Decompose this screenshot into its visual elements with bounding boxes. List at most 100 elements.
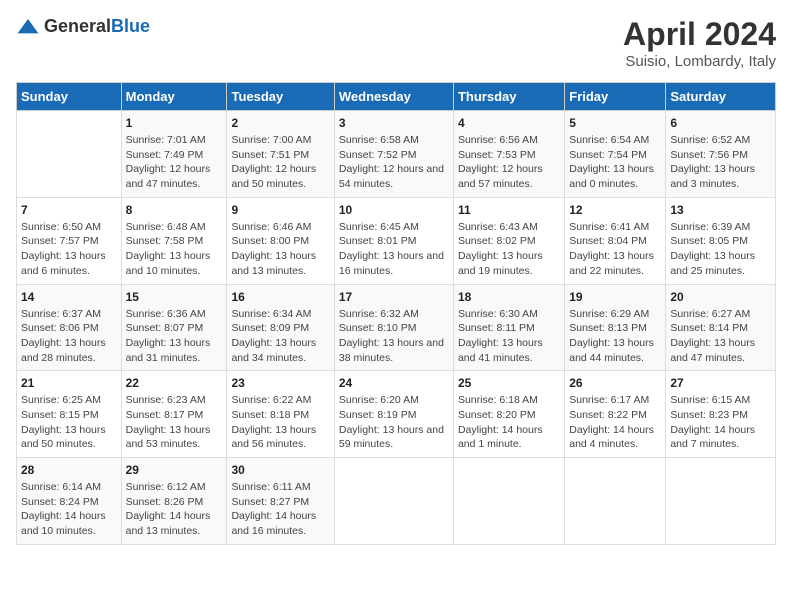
title-block: April 2024 Suisio, Lombardy, Italy bbox=[623, 16, 776, 70]
day-number: 24 bbox=[339, 376, 449, 390]
day-number: 6 bbox=[670, 116, 771, 130]
calendar-cell: 10Sunrise: 6:45 AMSunset: 8:01 PMDayligh… bbox=[334, 197, 453, 284]
calendar-cell bbox=[17, 111, 122, 198]
page-header: GeneralBlue April 2024 Suisio, Lombardy,… bbox=[16, 16, 776, 70]
day-detail: Sunrise: 6:14 AMSunset: 8:24 PMDaylight:… bbox=[21, 480, 117, 539]
day-detail: Sunrise: 6:18 AMSunset: 8:20 PMDaylight:… bbox=[458, 393, 560, 452]
calendar-cell: 12 Sunrise: 6:41 AMSunset: 8:04 PMDayligh… bbox=[565, 197, 666, 284]
day-detail: Sunrise: 6:27 AMSunset: 8:14 PMDaylight:… bbox=[670, 307, 771, 366]
day-detail: Sunrise: 6:30 AMSunset: 8:11 PMDaylight:… bbox=[458, 307, 560, 366]
day-number: 29 bbox=[126, 463, 223, 477]
day-detail: Sunrise: 6:12 AMSunset: 8:26 PMDaylight:… bbox=[126, 480, 223, 539]
day-number: 21 bbox=[21, 376, 117, 390]
day-detail: Sunrise: 6:50 AMSunset: 7:57 PMDaylight:… bbox=[21, 220, 117, 279]
calendar-cell: 23 Sunrise: 6:22 AMSunset: 8:18 PMDayligh… bbox=[227, 371, 334, 458]
calendar-table: SundayMondayTuesdayWednesdayThursdayFrid… bbox=[16, 82, 776, 545]
calendar-cell: 19Sunrise: 6:29 AMSunset: 8:13 PMDayligh… bbox=[565, 284, 666, 371]
day-of-week-header: Saturday bbox=[666, 83, 776, 111]
day-number: 18 bbox=[458, 290, 560, 304]
day-number: 11 bbox=[458, 203, 560, 217]
day-number: 1 bbox=[126, 116, 223, 130]
calendar-cell: 8 Sunrise: 6:48 AMSunset: 7:58 PMDaylight… bbox=[121, 197, 227, 284]
calendar-cell: 28Sunrise: 6:14 AMSunset: 8:24 PMDayligh… bbox=[17, 458, 122, 545]
calendar-cell: 20 Sunrise: 6:27 AMSunset: 8:14 PMDayligh… bbox=[666, 284, 776, 371]
calendar-cell: 16 Sunrise: 6:34 AMSunset: 8:09 PMDayligh… bbox=[227, 284, 334, 371]
day-number: 7 bbox=[21, 203, 117, 217]
day-detail: Sunrise: 6:37 AMSunset: 8:06 PMDaylight:… bbox=[21, 307, 117, 366]
calendar-cell: 5 Sunrise: 6:54 AMSunset: 7:54 PMDaylight… bbox=[565, 111, 666, 198]
day-number: 8 bbox=[126, 203, 223, 217]
calendar-cell: 2 Sunrise: 7:00 AMSunset: 7:51 PMDaylight… bbox=[227, 111, 334, 198]
day-detail: Sunrise: 6:41 AMSunset: 8:04 PMDaylight:… bbox=[569, 220, 661, 279]
calendar-cell: 3 Sunrise: 6:58 AMSunset: 7:52 PMDaylight… bbox=[334, 111, 453, 198]
day-number: 4 bbox=[458, 116, 560, 130]
day-number: 3 bbox=[339, 116, 449, 130]
logo-general: General bbox=[44, 16, 111, 36]
day-detail: Sunrise: 6:20 AMSunset: 8:19 PMDaylight:… bbox=[339, 393, 449, 452]
day-detail: Sunrise: 6:52 AMSunset: 7:56 PMDaylight:… bbox=[670, 133, 771, 192]
day-detail: Sunrise: 6:29 AMSunset: 8:13 PMDaylight:… bbox=[569, 307, 661, 366]
logo-icon bbox=[16, 17, 40, 37]
logo: GeneralBlue bbox=[16, 16, 150, 37]
calendar-cell: 25Sunrise: 6:18 AMSunset: 8:20 PMDayligh… bbox=[453, 371, 564, 458]
day-detail: Sunrise: 6:34 AMSunset: 8:09 PMDaylight:… bbox=[231, 307, 329, 366]
calendar-cell: 11 Sunrise: 6:43 AMSunset: 8:02 PMDayligh… bbox=[453, 197, 564, 284]
day-number: 2 bbox=[231, 116, 329, 130]
calendar-cell: 24 Sunrise: 6:20 AMSunset: 8:19 PMDayligh… bbox=[334, 371, 453, 458]
calendar-cell: 18 Sunrise: 6:30 AMSunset: 8:11 PMDayligh… bbox=[453, 284, 564, 371]
calendar-cell bbox=[453, 458, 564, 545]
day-detail: Sunrise: 6:11 AMSunset: 8:27 PMDaylight:… bbox=[231, 480, 329, 539]
calendar-cell: 7 Sunrise: 6:50 AMSunset: 7:57 PMDaylight… bbox=[17, 197, 122, 284]
calendar-cell: 13 Sunrise: 6:39 AMSunset: 8:05 PMDayligh… bbox=[666, 197, 776, 284]
day-number: 27 bbox=[670, 376, 771, 390]
day-detail: Sunrise: 6:48 AMSunset: 7:58 PMDaylight:… bbox=[126, 220, 223, 279]
calendar-cell: 27 Sunrise: 6:15 AMSunset: 8:23 PMDayligh… bbox=[666, 371, 776, 458]
day-number: 16 bbox=[231, 290, 329, 304]
calendar-cell: 21 Sunrise: 6:25 AMSunset: 8:15 PMDayligh… bbox=[17, 371, 122, 458]
day-detail: Sunrise: 6:15 AMSunset: 8:23 PMDaylight:… bbox=[670, 393, 771, 452]
calendar-week-row: 14 Sunrise: 6:37 AMSunset: 8:06 PMDayligh… bbox=[17, 284, 776, 371]
day-detail: Sunrise: 6:58 AMSunset: 7:52 PMDaylight:… bbox=[339, 133, 449, 192]
day-of-week-header: Wednesday bbox=[334, 83, 453, 111]
day-of-week-header: Monday bbox=[121, 83, 227, 111]
day-of-week-header: Tuesday bbox=[227, 83, 334, 111]
day-detail: Sunrise: 7:00 AMSunset: 7:51 PMDaylight:… bbox=[231, 133, 329, 192]
calendar-cell bbox=[565, 458, 666, 545]
day-number: 15 bbox=[126, 290, 223, 304]
day-number: 12 bbox=[569, 203, 661, 217]
day-detail: Sunrise: 7:01 AMSunset: 7:49 PMDaylight:… bbox=[126, 133, 223, 192]
logo-blue: Blue bbox=[111, 16, 150, 36]
day-of-week-header: Thursday bbox=[453, 83, 564, 111]
day-detail: Sunrise: 6:22 AMSunset: 8:18 PMDaylight:… bbox=[231, 393, 329, 452]
calendar-week-row: 21 Sunrise: 6:25 AMSunset: 8:15 PMDayligh… bbox=[17, 371, 776, 458]
day-detail: Sunrise: 6:43 AMSunset: 8:02 PMDaylight:… bbox=[458, 220, 560, 279]
day-number: 20 bbox=[670, 290, 771, 304]
calendar-cell: 9 Sunrise: 6:46 AMSunset: 8:00 PMDaylight… bbox=[227, 197, 334, 284]
day-number: 14 bbox=[21, 290, 117, 304]
calendar-cell: 15Sunrise: 6:36 AMSunset: 8:07 PMDayligh… bbox=[121, 284, 227, 371]
day-detail: Sunrise: 6:32 AMSunset: 8:10 PMDaylight:… bbox=[339, 307, 449, 366]
day-number: 26 bbox=[569, 376, 661, 390]
calendar-cell: 17Sunrise: 6:32 AMSunset: 8:10 PMDayligh… bbox=[334, 284, 453, 371]
day-number: 13 bbox=[670, 203, 771, 217]
day-number: 22 bbox=[126, 376, 223, 390]
calendar-week-row: 7 Sunrise: 6:50 AMSunset: 7:57 PMDaylight… bbox=[17, 197, 776, 284]
day-number: 5 bbox=[569, 116, 661, 130]
day-detail: Sunrise: 6:25 AMSunset: 8:15 PMDaylight:… bbox=[21, 393, 117, 452]
location: Suisio, Lombardy, Italy bbox=[623, 53, 776, 70]
logo-text: GeneralBlue bbox=[44, 16, 150, 37]
day-detail: Sunrise: 6:46 AMSunset: 8:00 PMDaylight:… bbox=[231, 220, 329, 279]
calendar-cell: 4Sunrise: 6:56 AMSunset: 7:53 PMDaylight… bbox=[453, 111, 564, 198]
day-of-week-header: Friday bbox=[565, 83, 666, 111]
calendar-header-row: SundayMondayTuesdayWednesdayThursdayFrid… bbox=[17, 83, 776, 111]
calendar-cell: 22Sunrise: 6:23 AMSunset: 8:17 PMDayligh… bbox=[121, 371, 227, 458]
day-number: 10 bbox=[339, 203, 449, 217]
calendar-cell: 26Sunrise: 6:17 AMSunset: 8:22 PMDayligh… bbox=[565, 371, 666, 458]
day-detail: Sunrise: 6:39 AMSunset: 8:05 PMDaylight:… bbox=[670, 220, 771, 279]
day-number: 23 bbox=[231, 376, 329, 390]
day-detail: Sunrise: 6:54 AMSunset: 7:54 PMDaylight:… bbox=[569, 133, 661, 192]
calendar-cell: 1 Sunrise: 7:01 AMSunset: 7:49 PMDaylight… bbox=[121, 111, 227, 198]
day-number: 9 bbox=[231, 203, 329, 217]
calendar-cell: 6 Sunrise: 6:52 AMSunset: 7:56 PMDaylight… bbox=[666, 111, 776, 198]
calendar-cell: 30Sunrise: 6:11 AMSunset: 8:27 PMDayligh… bbox=[227, 458, 334, 545]
